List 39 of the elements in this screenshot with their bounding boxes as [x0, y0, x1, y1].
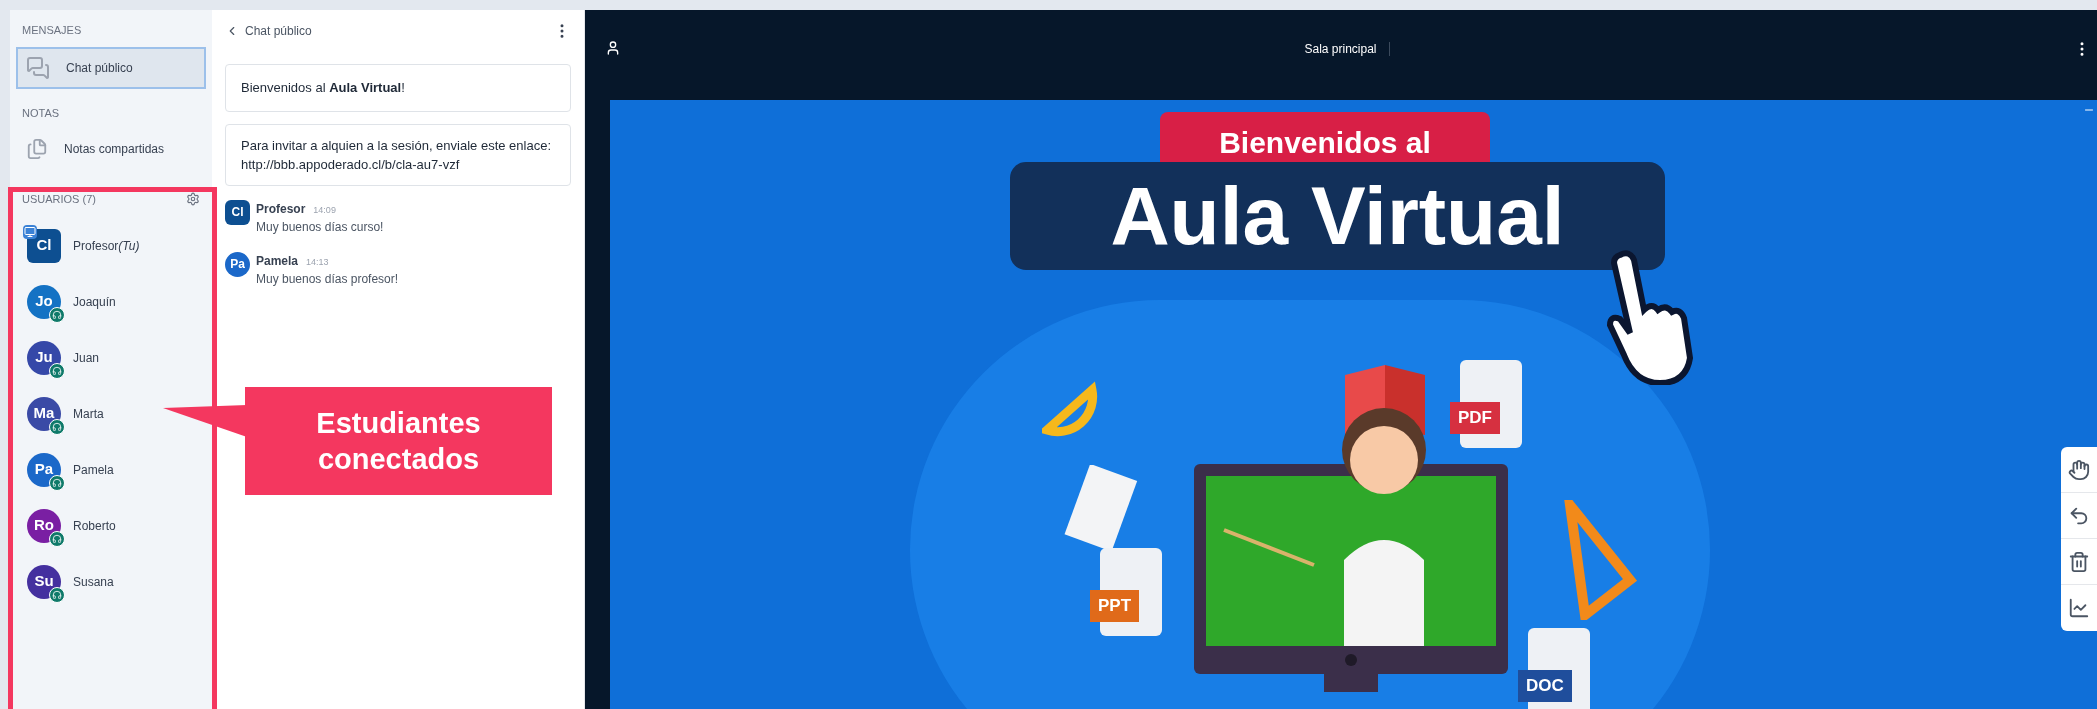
- user-list-item[interactable]: Su Susana: [27, 563, 206, 600]
- sender-name: Pamela: [256, 252, 299, 270]
- message-text: Muy buenos días curso!: [256, 218, 384, 236]
- welcome-message: Bienvenidos al Aula Virtual!: [225, 64, 571, 112]
- user-list-item[interactable]: Cl Profesor(Tu): [27, 227, 206, 264]
- user-avatar: Ju: [27, 340, 61, 375]
- public-chat-item[interactable]: Chat público: [16, 46, 206, 89]
- section-heading: NOTAS: [21, 105, 61, 121]
- user-avatar: Ro: [27, 508, 61, 543]
- sender-name: Profesor: [256, 200, 306, 218]
- user-list-item[interactable]: Ro Roberto: [27, 507, 206, 544]
- user-list-item[interactable]: Pa Pamela: [27, 451, 206, 488]
- user-avatar: Cl: [225, 199, 250, 225]
- user-list-item[interactable]: Ju Juan: [27, 339, 206, 376]
- documents-icon: [26, 137, 48, 161]
- user-avatar: Pa: [225, 251, 250, 277]
- user-avatar: Ma: [27, 396, 61, 431]
- section-heading: USUARIOS (7): [22, 192, 96, 207]
- user-avatar: Pa: [27, 452, 61, 487]
- message-time: 14:13: [306, 255, 329, 269]
- invite-message: Para invitar a alquien a la sesión, enviale este enlace: http://bbb.appoderado.cl/b/cla-au7-vzf: [225, 123, 571, 186]
- chat-bubbles-icon: [26, 55, 50, 80]
- room-title: Sala principal: [1304, 41, 1377, 58]
- section-heading: MENSAJES: [21, 23, 83, 38]
- message-text: Muy buenos días profesor!: [256, 270, 399, 288]
- callout-label: Estudiantes conectados: [245, 387, 552, 495]
- shared-notes-item[interactable]: Notas compartidas: [16, 129, 206, 169]
- file-type-label: DOC: [1518, 670, 1572, 702]
- user-list-item[interactable]: Jo Joaquín: [27, 283, 206, 320]
- user-icon[interactable]: [605, 40, 621, 56]
- file-type-label: PDF: [1450, 402, 1500, 434]
- user-avatar: Cl: [27, 228, 61, 263]
- back-link[interactable]: Chat público: [225, 22, 312, 40]
- settings-icon[interactable]: [186, 192, 200, 207]
- slide-title-banner: Aula Virtual: [1010, 162, 1665, 270]
- user-avatar: Jo: [27, 284, 61, 319]
- file-type-label: PPT: [1090, 590, 1140, 622]
- message-time: 14:09: [313, 203, 336, 217]
- user-avatar: Su: [27, 564, 61, 599]
